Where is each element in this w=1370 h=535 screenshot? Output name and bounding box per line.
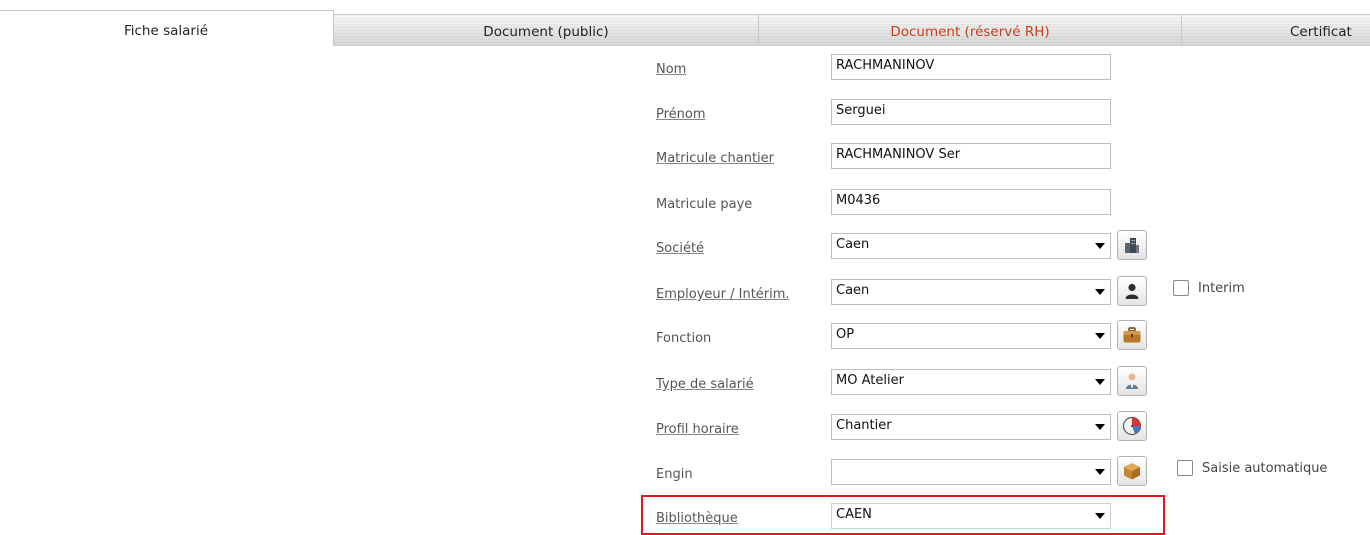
matricule-paye-label: Matricule paye [656,197,753,212]
fonction-button[interactable] [1117,320,1147,350]
briefcase-icon [1123,327,1141,343]
fonction-value: OP [836,327,855,342]
profil-horaire-value: Chantier [836,418,892,433]
nom-input[interactable]: RACHMANINOV [831,54,1111,80]
pie-clock-icon [1122,416,1142,436]
row-nom: Nom RACHMANINOV [0,54,1370,86]
fonction-label: Fonction [656,331,712,346]
row-prenom: Prénom Serguei [0,99,1370,131]
saisie-automatique-label: Saisie automatique [1202,460,1328,476]
row-matricule-chantier: Matricule chantier RACHMANINOV Ser [0,143,1370,175]
engin-label: Engin [656,467,693,482]
saisie-automatique-checkbox[interactable] [1177,460,1193,476]
matricule-chantier-input[interactable]: RACHMANINOV Ser [831,143,1111,169]
nom-label[interactable]: Nom [656,62,686,77]
matricule-paye-input[interactable]: M0436 [831,189,1111,215]
prenom-input[interactable]: Serguei [831,99,1111,125]
bibliotheque-highlight-box [641,495,1165,535]
row-employeur: Employeur / Intérim. Caen Interim [0,276,1370,311]
chevron-down-icon [1095,289,1105,295]
interim-checkbox-group: Interim [1173,280,1245,296]
type-salarie-label[interactable]: Type de salarié [656,377,754,392]
tab-certificat[interactable]: Certificat [1181,14,1370,46]
row-engin: Engin Saisie automatique [0,456,1370,491]
societe-value: Caen [836,237,870,252]
profil-horaire-button[interactable] [1117,411,1147,441]
person-icon [1125,283,1139,299]
profil-horaire-label[interactable]: Profil horaire [656,422,739,437]
tab-document-public[interactable]: Document (public) [333,14,759,46]
row-type-salarie: Type de salarié MO Atelier [0,366,1370,401]
saisie-automatique-checkbox-group: Saisie automatique [1177,460,1327,476]
prenom-label[interactable]: Prénom [656,107,706,122]
row-fonction: Fonction OP [0,320,1370,355]
chevron-down-icon [1095,243,1105,249]
societe-button[interactable] [1117,230,1147,260]
type-salarie-select[interactable]: MO Atelier [831,369,1111,395]
matricule-chantier-label[interactable]: Matricule chantier [656,151,774,166]
societe-select[interactable]: Caen [831,233,1111,259]
chevron-down-icon [1095,469,1105,475]
box-icon [1124,463,1140,480]
fonction-select[interactable]: OP [831,323,1111,349]
employeur-label[interactable]: Employeur / Intérim. [656,287,790,302]
engin-button[interactable] [1117,456,1147,486]
tab-bar: Fiche salarié Document (public) Document… [0,0,1370,46]
worker-icon [1126,373,1138,389]
profil-horaire-select[interactable]: Chantier [831,414,1111,440]
building-icon [1125,238,1139,253]
employeur-value: Caen [836,283,870,298]
type-salarie-value: MO Atelier [836,373,904,388]
interim-checkbox[interactable] [1173,280,1189,296]
row-matricule-paye: Matricule paye M0436 [0,189,1370,221]
chevron-down-icon [1095,333,1105,339]
engin-select[interactable] [831,459,1111,485]
chevron-down-icon [1095,379,1105,385]
row-profil-horaire: Profil horaire Chantier [0,411,1370,446]
chevron-down-icon [1095,424,1105,430]
type-salarie-button[interactable] [1117,366,1147,396]
tab-fiche-salarie[interactable]: Fiche salarié [0,10,334,46]
employeur-button[interactable] [1117,276,1147,306]
employeur-select[interactable]: Caen [831,279,1111,305]
row-societe: Société Caen [0,230,1370,265]
interim-label: Interim [1198,280,1245,296]
tab-document-reserve-rh[interactable]: Document (réservé RH) [758,14,1182,46]
societe-label[interactable]: Société [656,241,704,256]
